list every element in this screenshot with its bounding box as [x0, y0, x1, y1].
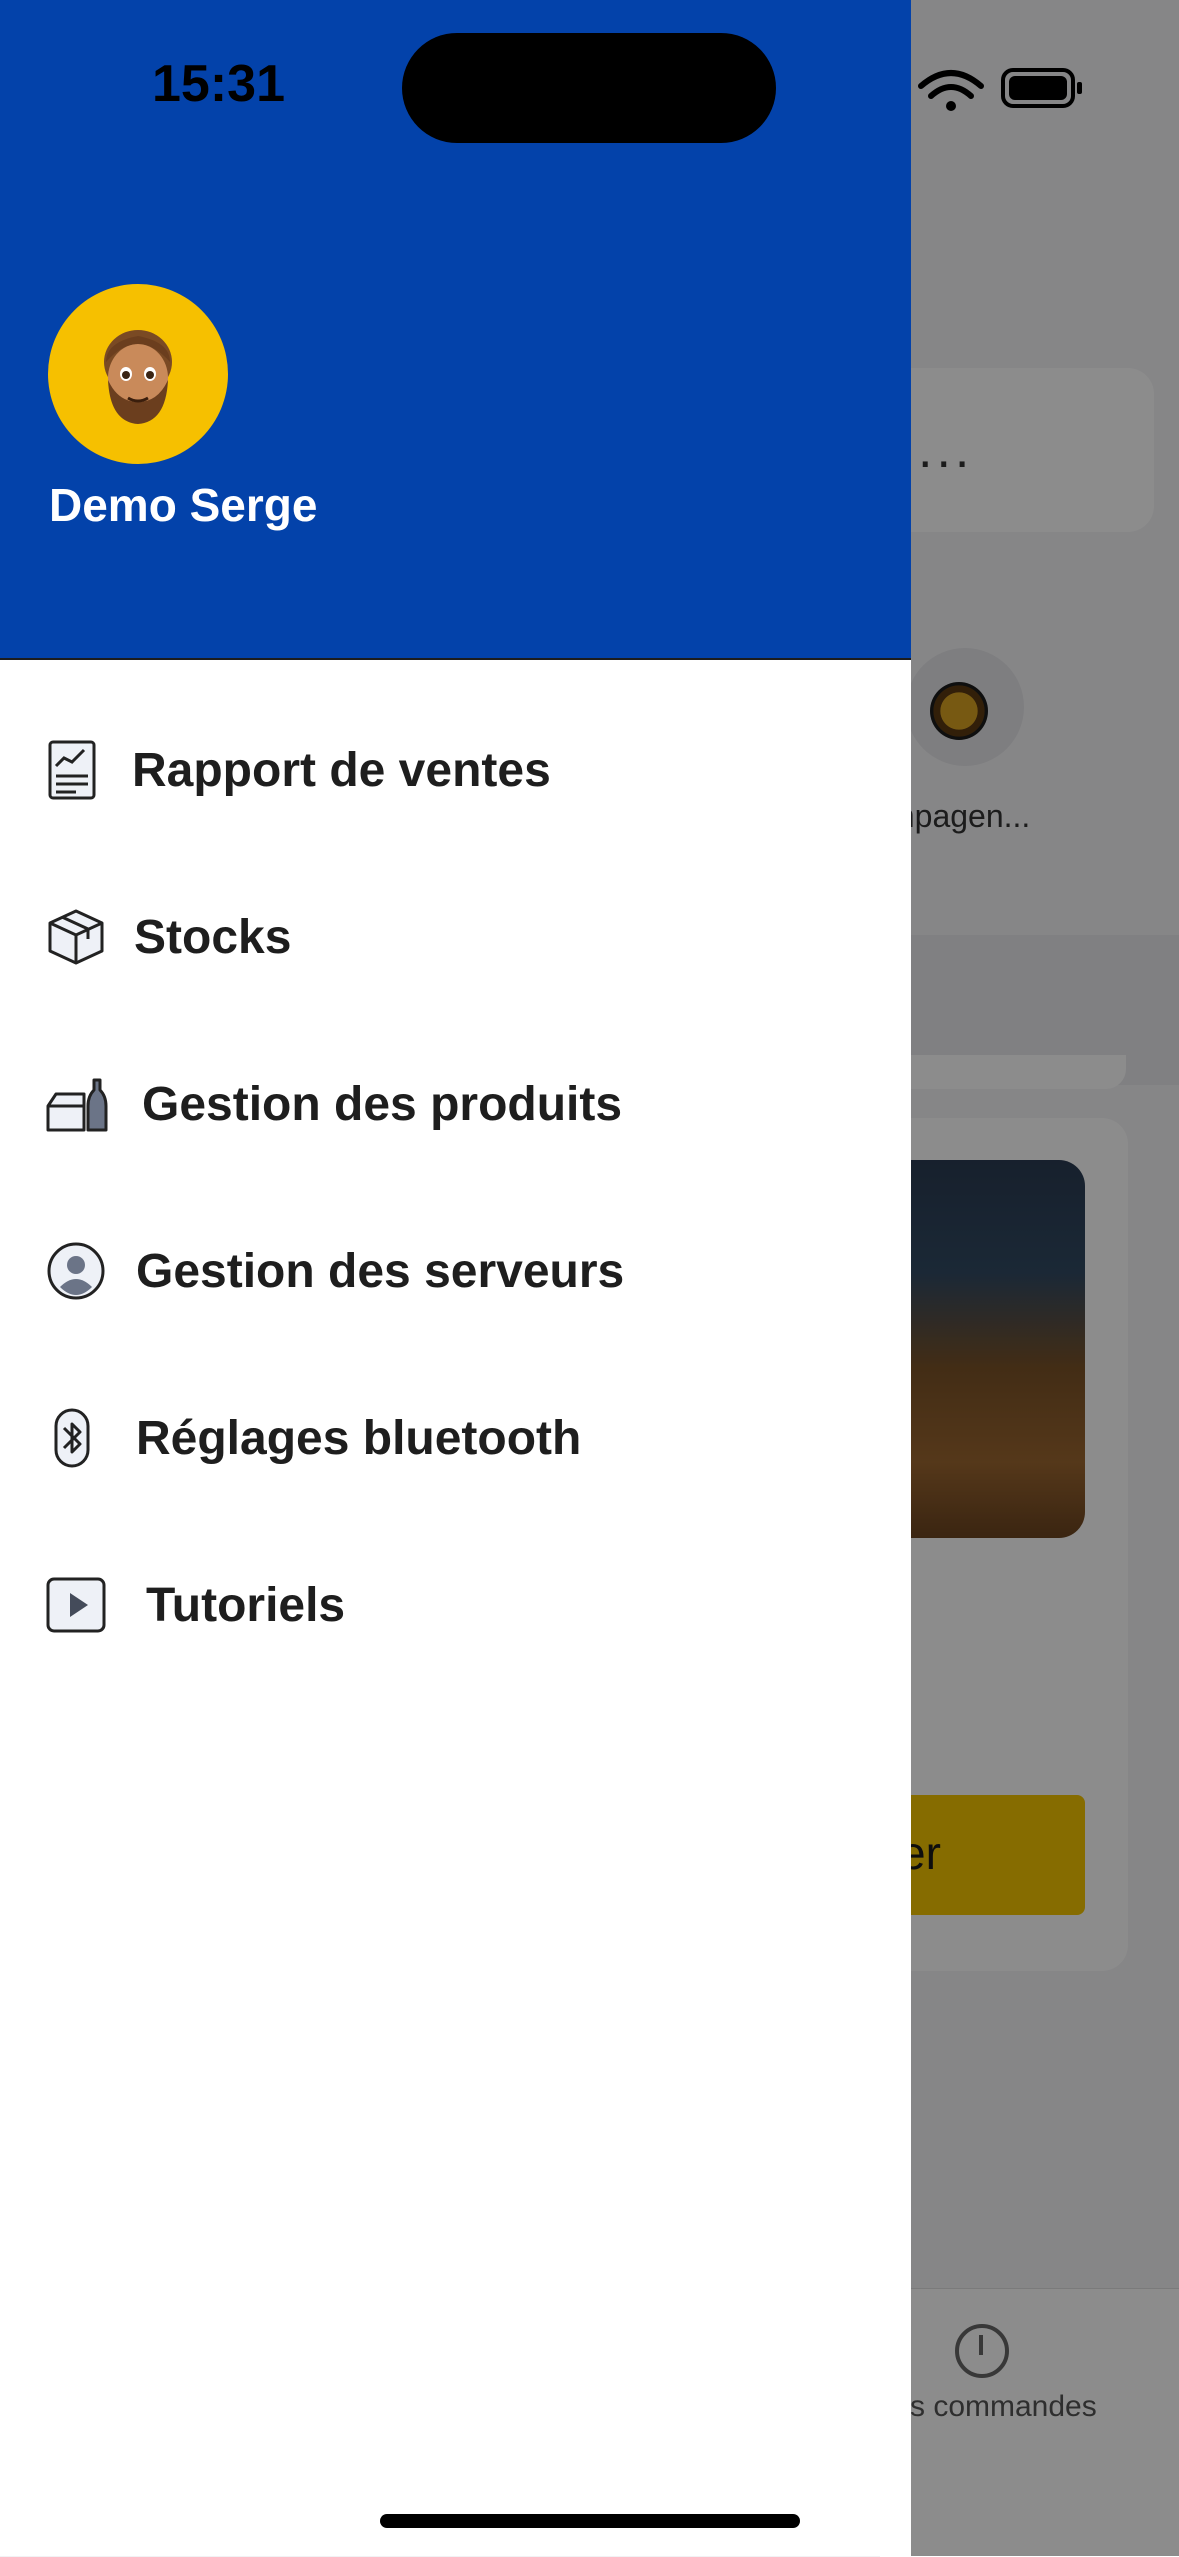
menu-item-sales-report[interactable]: Rapport de ventes	[0, 710, 911, 830]
menu-item-products[interactable]: Gestion des produits	[0, 1044, 911, 1164]
user-name: Demo Serge	[49, 479, 318, 531]
side-drawer: 15:31 Demo Serge Rapport de ventes Stock…	[0, 0, 911, 2556]
menu-item-bluetooth[interactable]: Réglages bluetooth	[0, 1378, 911, 1498]
box-icon	[48, 909, 104, 965]
bearded-man-emoji-icon	[104, 330, 172, 424]
menu-label-servers: Gestion des serveurs	[136, 1244, 625, 1298]
battery-icon	[1001, 68, 1082, 108]
drawer-header: 15:31 Demo Serge	[0, 0, 911, 660]
status-time: 15:31	[152, 55, 285, 113]
menu-item-tutorials[interactable]: Tutoriels	[0, 1545, 911, 1665]
dynamic-island	[402, 33, 776, 143]
wifi-dot	[946, 101, 956, 111]
sales-report-icon	[48, 740, 96, 800]
menu-label-bluetooth: Réglages bluetooth	[136, 1411, 582, 1465]
user-circle-icon	[47, 1242, 105, 1300]
menu-label-stocks: Stocks	[134, 910, 292, 964]
play-icon	[46, 1577, 106, 1633]
menu-item-stocks[interactable]: Stocks	[0, 877, 911, 997]
wifi-icon	[918, 70, 984, 99]
menu-label-products: Gestion des produits	[142, 1077, 623, 1131]
menu-item-servers[interactable]: Gestion des serveurs	[0, 1211, 911, 1331]
dim-overlay[interactable]	[911, 0, 1179, 2556]
avatar[interactable]	[48, 284, 228, 464]
products-icon	[46, 1078, 108, 1132]
bluetooth-icon	[54, 1408, 90, 1468]
menu-label-tutorials: Tutoriels	[146, 1578, 346, 1632]
menu-label-sales-report: Rapport de ventes	[132, 743, 551, 797]
home-indicator[interactable]	[380, 2514, 800, 2528]
